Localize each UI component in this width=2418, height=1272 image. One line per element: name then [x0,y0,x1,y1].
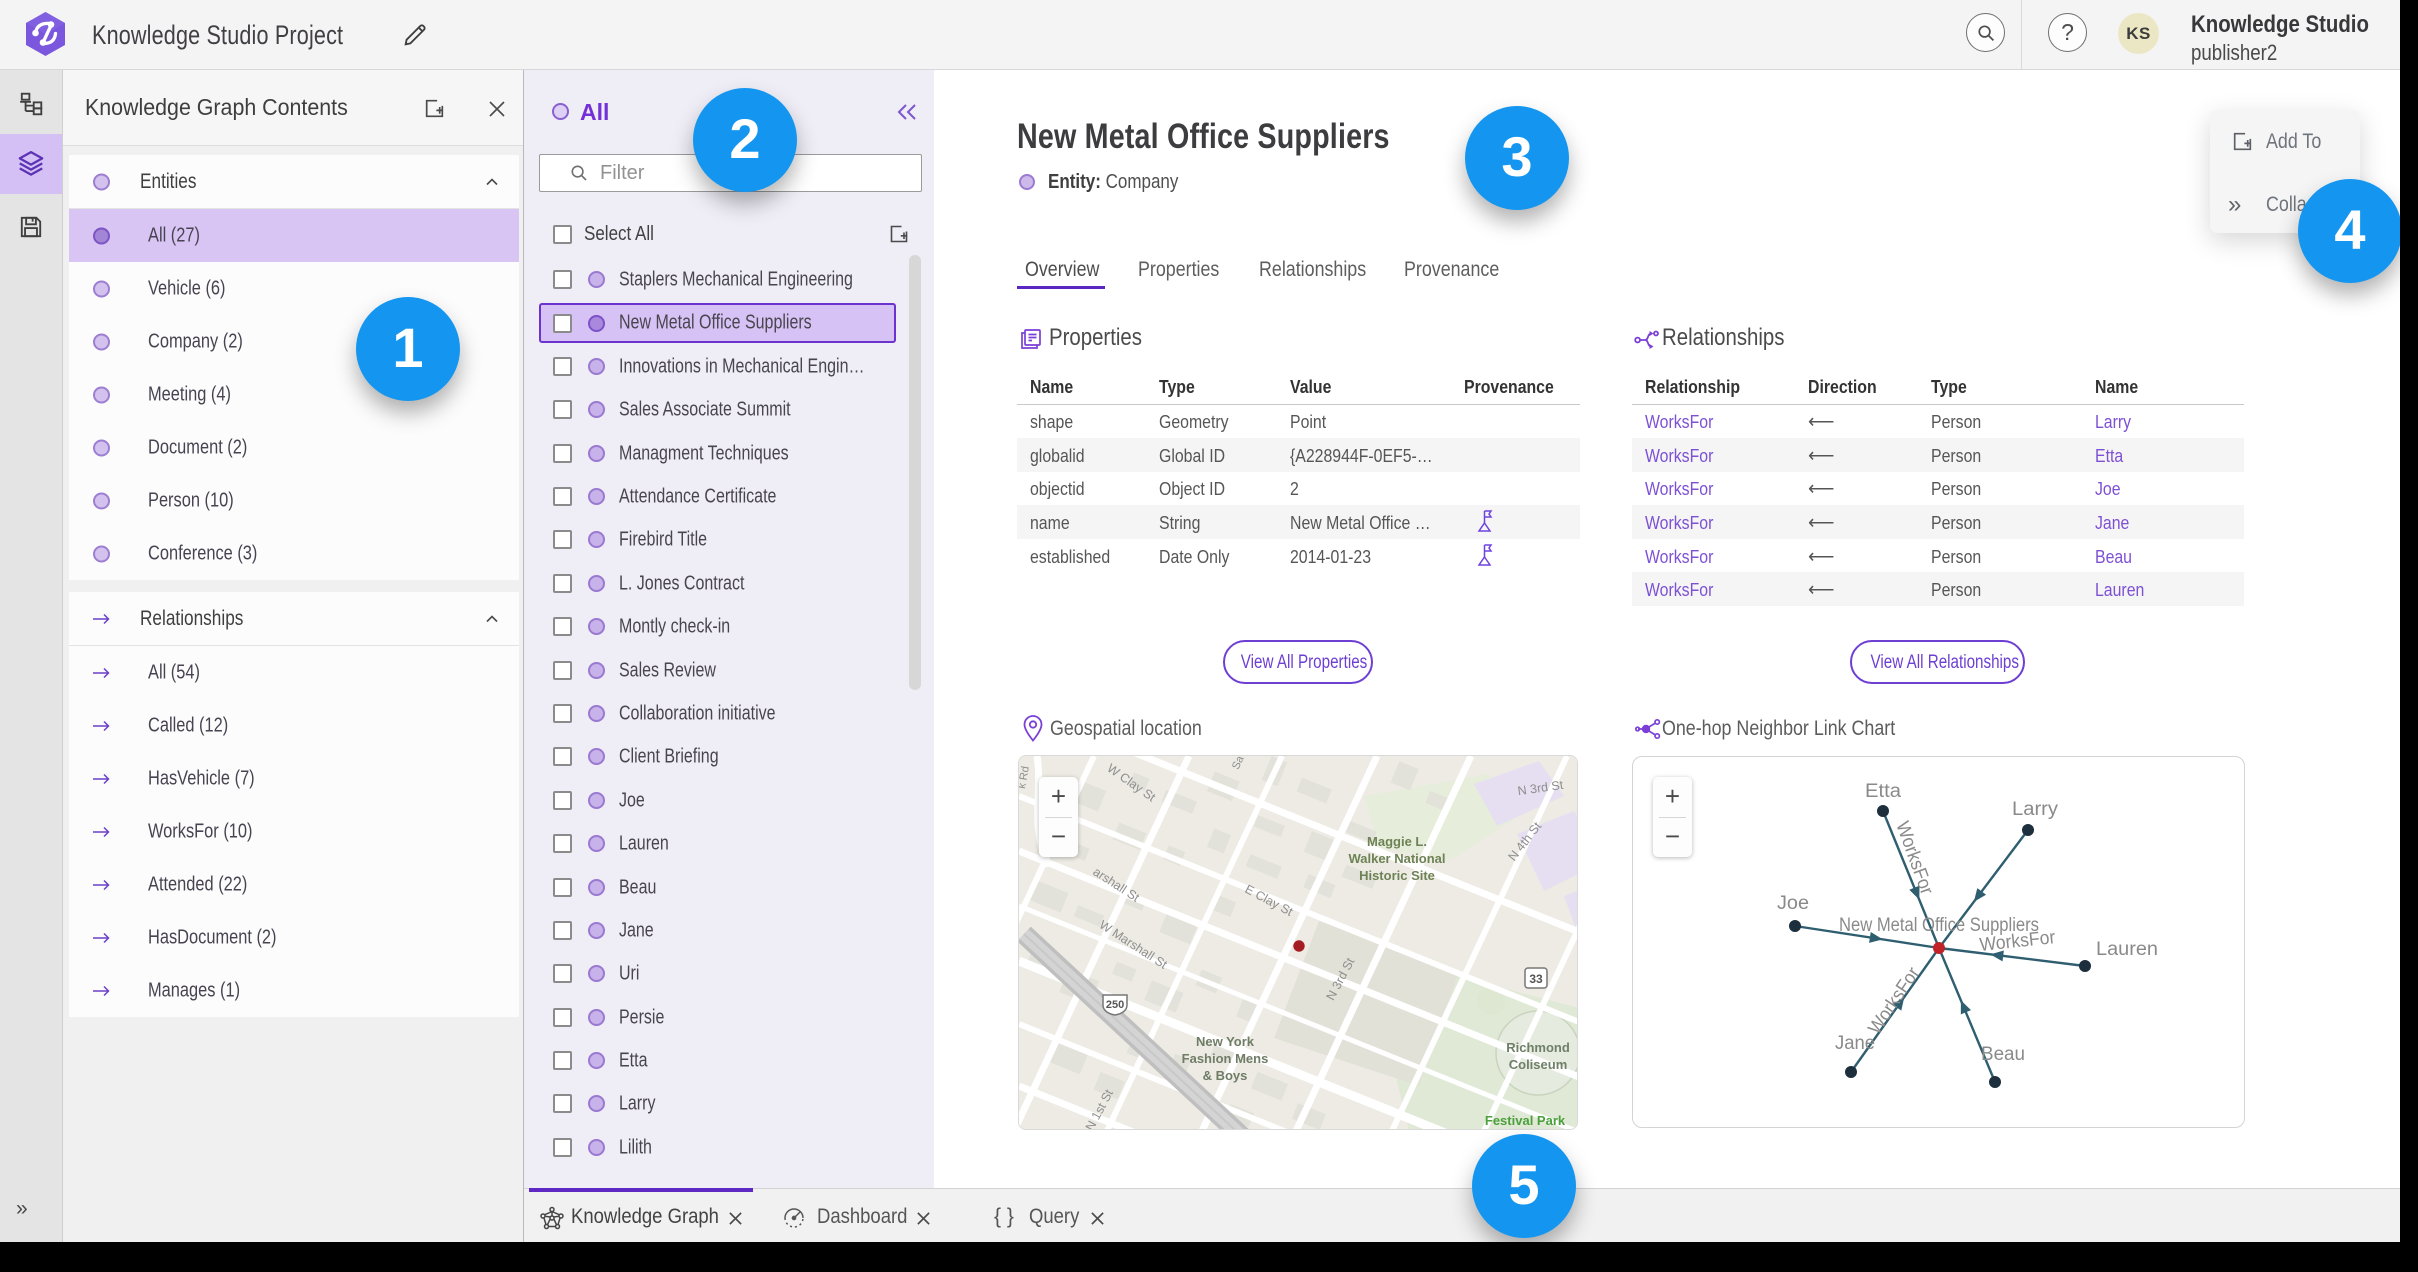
svg-text:WorksFor: WorksFor [1891,819,1937,898]
svg-text:& Boys: & Boys [1203,1068,1248,1083]
svg-text:Larry: Larry [2012,799,2059,820]
svg-text:WorksFor: WorksFor [1864,963,1924,1038]
svg-text:33: 33 [1529,972,1543,986]
svg-text:Joe: Joe [1777,893,1809,914]
svg-text:Etta: Etta [1865,781,1901,802]
svg-text:Festival Park: Festival Park [1485,1113,1566,1128]
svg-text:Richmond: Richmond [1506,1040,1570,1055]
svg-text:Coliseum: Coliseum [1509,1057,1568,1072]
svg-text:250: 250 [1106,999,1124,1011]
svg-text:Walker National: Walker National [1348,851,1445,866]
svg-text:Beau: Beau [1981,1044,2025,1065]
svg-text:Historic Site: Historic Site [1359,868,1435,883]
svg-text:Maggie L.: Maggie L. [1367,834,1427,849]
svg-text:New York: New York [1196,1034,1255,1049]
svg-text:Jane: Jane [1835,1033,1875,1054]
svg-text:Fashion Mens: Fashion Mens [1182,1051,1269,1066]
svg-text:Lauren: Lauren [2096,939,2158,960]
